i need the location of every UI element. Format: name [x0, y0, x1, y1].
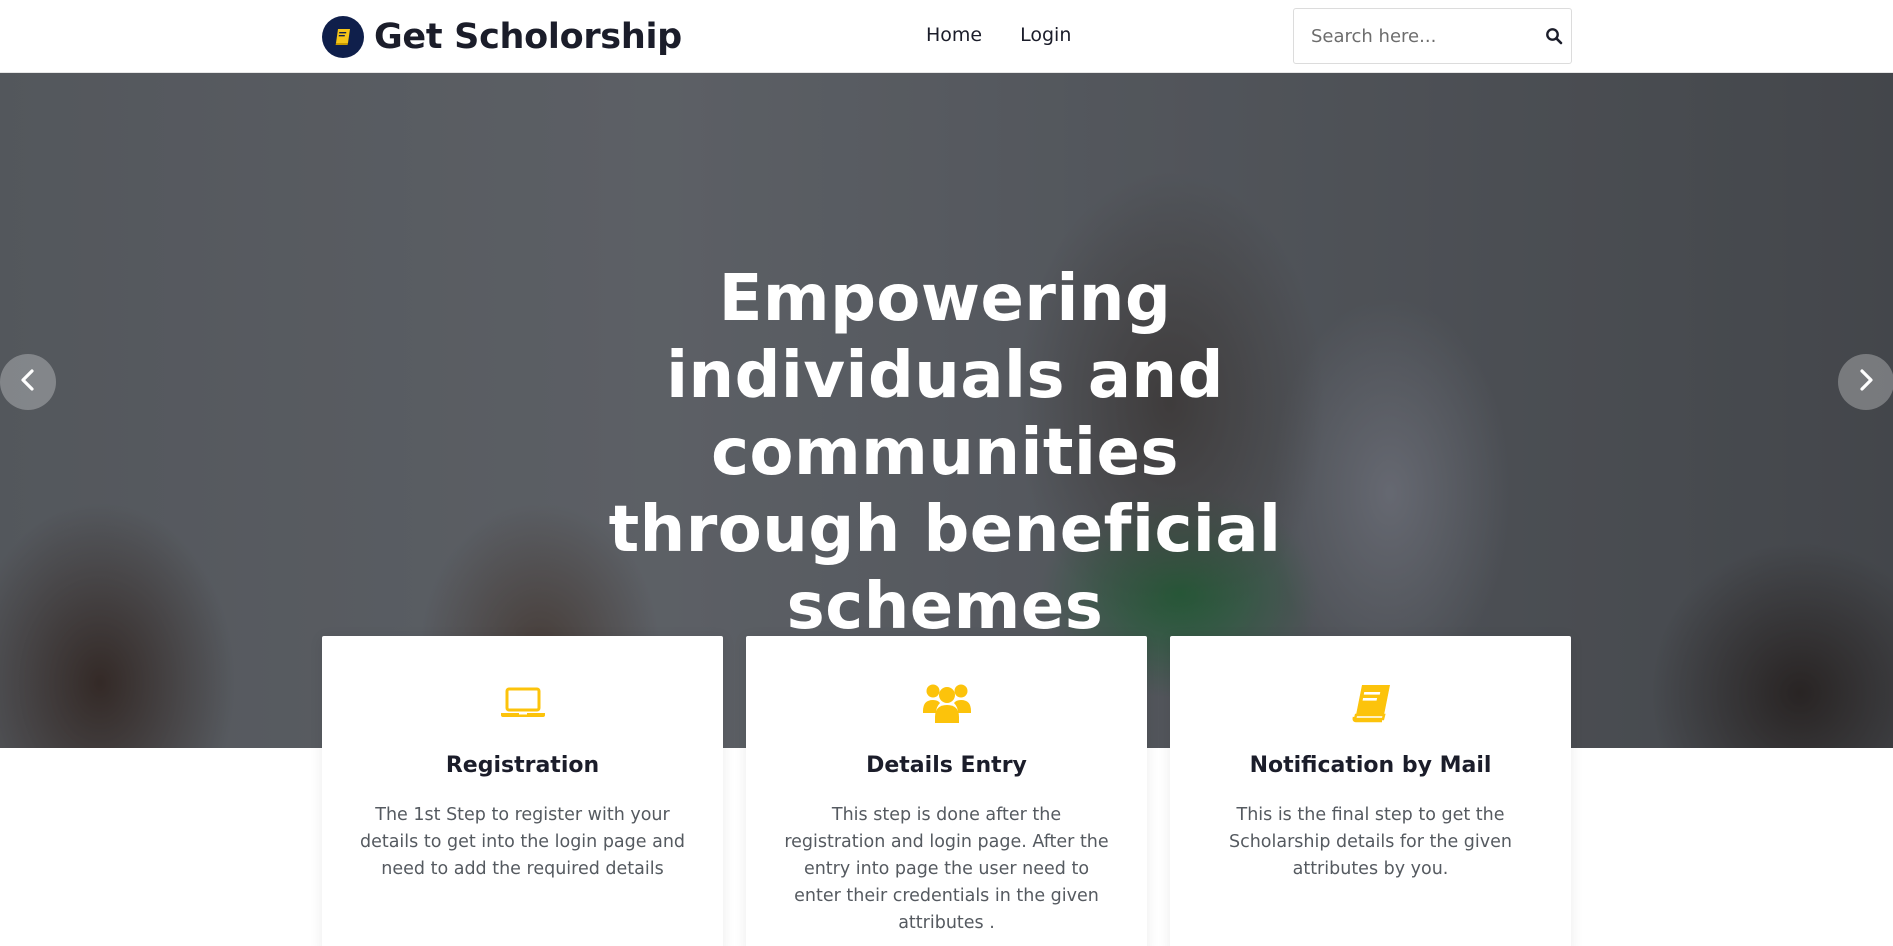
feature-cards: Registration The 1st Step to register wi… — [322, 636, 1572, 946]
carousel-prev-button[interactable] — [0, 354, 56, 410]
card-title: Notification by Mail — [1249, 753, 1492, 778]
card-text: The 1st Step to register with your detai… — [359, 805, 686, 879]
search-box — [1293, 8, 1572, 64]
feature-card-details-entry: Details Entry This step is done after th… — [746, 636, 1147, 946]
card-text: This is the final step to get the Schola… — [1228, 805, 1512, 879]
card-text: This step is done after the registration… — [784, 805, 1109, 933]
main-nav: Home Login — [926, 24, 1071, 46]
feature-card-registration: Registration The 1st Step to register wi… — [322, 636, 723, 946]
book-icon — [322, 16, 364, 58]
chevron-left-icon — [18, 368, 38, 396]
search-input[interactable] — [1294, 9, 1536, 63]
search-icon[interactable] — [1536, 9, 1571, 63]
nav-home-link[interactable]: Home — [926, 24, 982, 46]
users-icon — [746, 680, 1147, 726]
feature-card-notification: Notification by Mail This is the final s… — [1170, 636, 1571, 946]
brand-name: Get Scholorship — [374, 17, 682, 57]
top-navbar: Get Scholorship Home Login — [0, 0, 1893, 73]
nav-login-link[interactable]: Login — [1020, 24, 1071, 46]
book-icon — [1170, 680, 1571, 726]
card-title: Details Entry — [866, 753, 1027, 778]
card-title: Registration — [445, 753, 600, 778]
laptop-icon — [322, 680, 723, 726]
hero-title: Empowering individuals and communities t… — [608, 262, 1282, 644]
chevron-right-icon — [1856, 368, 1876, 396]
brand-logo-link[interactable]: Get Scholorship — [322, 16, 682, 58]
carousel-next-button[interactable] — [1838, 354, 1893, 410]
